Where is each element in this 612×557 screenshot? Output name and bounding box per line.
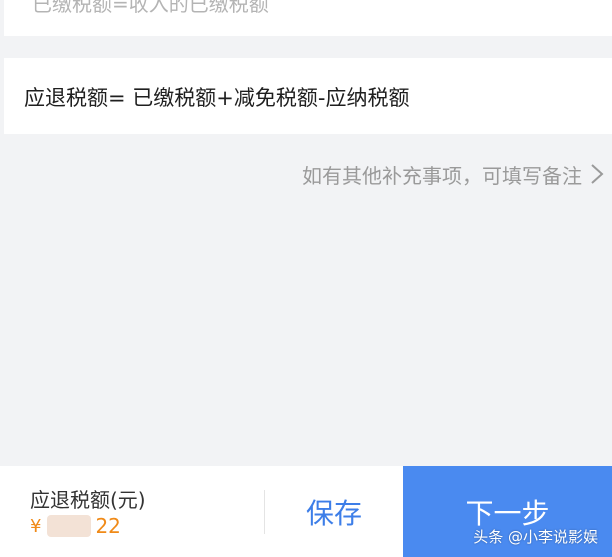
- previous-item-card: 已缴税额=收入的已缴税额: [4, 0, 612, 36]
- formula-card: 应退税额= 已缴税额+减免税额-应纳税额: [4, 58, 612, 134]
- refund-formula-text: 应退税额= 已缴税额+减免税额-应纳税额: [24, 86, 410, 110]
- chevron-right-icon[interactable]: [588, 162, 606, 186]
- save-button[interactable]: 保存: [266, 466, 402, 557]
- redacted-amount: [47, 515, 92, 537]
- refund-amount-value: ¥ 22: [30, 514, 121, 538]
- refund-amount-label: 应退税额(元): [30, 488, 146, 512]
- divider: [264, 490, 265, 534]
- currency-symbol: ¥: [30, 515, 42, 537]
- add-remark-link[interactable]: 如有其他补充事项，可填写备注: [302, 160, 582, 189]
- watermark-text: 头条 @小李说影娱: [473, 528, 598, 546]
- previous-item-text: 已缴税额=收入的已缴税额: [32, 0, 269, 16]
- amount-suffix: 22: [95, 514, 121, 538]
